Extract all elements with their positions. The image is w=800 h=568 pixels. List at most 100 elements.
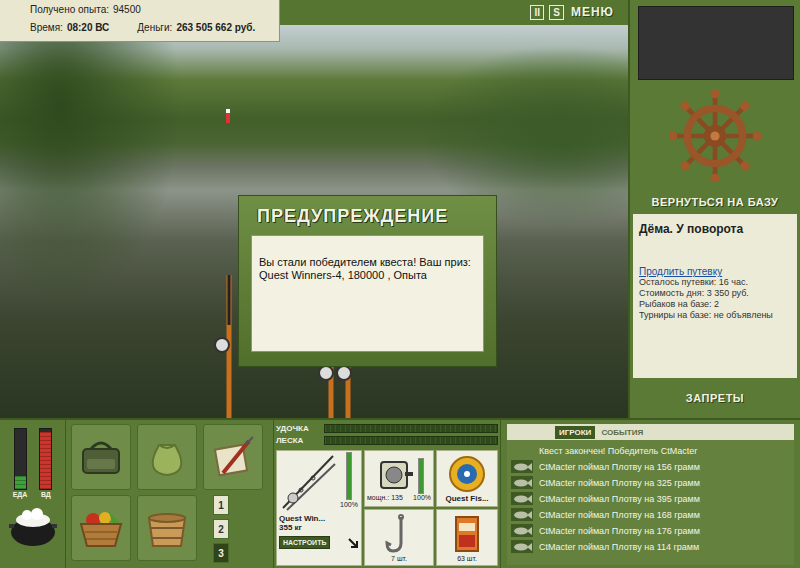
tension-label: УДОЧКА — [276, 424, 320, 433]
fish-box — [511, 524, 533, 537]
meter-label: ЕДА — [13, 491, 28, 498]
meter-color — [40, 432, 51, 489]
tackle-bag-tile[interactable] — [71, 424, 131, 490]
food-basket-tile[interactable] — [71, 495, 131, 561]
events-tab[interactable]: ИГРОКИ — [555, 426, 595, 439]
bait-icon — [447, 513, 487, 555]
toolbar-button[interactable]: S — [549, 5, 564, 20]
fish-box — [511, 540, 533, 553]
event-row: CtMacter поймал Плотву на 168 грамм — [511, 507, 790, 522]
tension-label: ЛЕСКА — [276, 436, 320, 445]
meter-fill — [15, 476, 26, 489]
extend-permit-link[interactable]: Продлить путевку — [639, 266, 791, 277]
event-text: CtMacter поймал Плотву на 325 грамм — [539, 478, 700, 488]
reel-reading: 100% — [413, 494, 431, 501]
reel-info: мощн.: 135 100% — [367, 494, 431, 501]
time-value: 08:20 ВС — [67, 22, 109, 33]
sack-tile[interactable] — [137, 424, 197, 490]
bucket-tile[interactable] — [137, 495, 197, 561]
bait-count: 63 шт. — [457, 555, 477, 562]
scene-area: II S МЕНЮ Получено опыта:94500Время:08:20 В… — [0, 0, 628, 418]
status-meter: ЕДА — [13, 428, 28, 498]
meter-color — [15, 476, 26, 489]
time-money-row: Время:08:20 ВСДеньги:263 505 662 руб. — [30, 22, 273, 33]
fish-icon — [512, 526, 532, 536]
slot-button[interactable]: 1 — [213, 495, 229, 515]
status-meter: ВД — [39, 428, 52, 498]
location-info: Осталось путевки: 16 час. — [639, 277, 791, 288]
experience-label: Получено опыта: — [30, 4, 109, 15]
side-panel: ВЕРНУТЬСЯ НА БАЗУ Дёма. У поворота Продлит… — [628, 0, 800, 418]
rod-slot[interactable]: 100% Quest Win...355 кг НАСТРОИТЬ — [276, 450, 362, 566]
ship-wheel-icon[interactable] — [669, 90, 761, 182]
reel-icon — [375, 456, 415, 494]
tension-bar: ЛЕСКА — [276, 436, 498, 447]
journal-icon — [209, 433, 257, 481]
slot-button[interactable]: 3 — [213, 543, 229, 563]
meters: ЕДА ВД — [13, 428, 53, 498]
location-name: Дёма. У поворота — [639, 222, 791, 236]
event-text: CtMacter поймал Плотву на 168 грамм — [539, 510, 700, 520]
event-row: CtMacter поймал Плотву на 176 грамм — [511, 523, 790, 538]
event-text: CtMacter поймал Плотву на 176 грамм — [539, 526, 700, 536]
rod-icon — [279, 452, 337, 512]
event-row: CtMacter поймал Плотву на 325 грамм — [511, 475, 790, 490]
tackle-bag-icon — [77, 433, 125, 481]
fish-icon — [512, 542, 532, 552]
stats-panel: Получено опыта:94500Время:08:20 ВСДеньги… — [0, 0, 280, 42]
event-text: Квест закончен! Победитель CtMacter — [539, 446, 697, 456]
dialog-message: Вы стали победителем квеста! Ваш приз: Q… — [251, 235, 484, 352]
events-tab[interactable]: СОБЫТИЯ — [597, 426, 647, 439]
inventory-row — [71, 424, 268, 490]
inventory-section: 1 2 3 — [66, 420, 274, 568]
bottom-panel: ЕДА ВД 1 2 3 УДОЧКА ЛЕСКА 100% Quest Win...355 к… — [0, 418, 800, 568]
rod-strength: 355 кг — [279, 523, 359, 532]
event-text: CtMacter поймал Плотву на 156 грамм — [539, 462, 700, 472]
fish-icon — [512, 462, 532, 472]
location-box: Дёма. У поворота Продлить путевкуОсталось… — [633, 214, 797, 378]
top-area: II S МЕНЮ Получено опыта:94500Время:08:20 В… — [0, 0, 800, 418]
hook-icon — [379, 513, 419, 555]
slot-button[interactable]: 2 — [213, 519, 229, 539]
event-text: CtMacter поймал Плотву на 114 грамм — [539, 542, 699, 552]
location-info: Турниры на базе: не объявлены — [639, 310, 791, 321]
money-label: Деньги: — [137, 22, 172, 33]
event-row: CtMacter поймал Плотву на 395 грамм — [511, 491, 790, 506]
fish-icon — [512, 478, 532, 488]
return-to-base-button[interactable]: ВЕРНУТЬСЯ НА БАЗУ — [630, 192, 800, 214]
toolbar-button[interactable]: II — [530, 5, 544, 20]
hook-count: 7 шт. — [391, 555, 407, 562]
fish-box — [511, 492, 533, 505]
status-section: ЕДА ВД — [0, 420, 66, 568]
bait-slot[interactable]: 63 шт. — [436, 509, 498, 566]
game-screen: II S МЕНЮ Получено опыта:94500Время:08:20 В… — [0, 0, 800, 568]
reel-slot[interactable]: мощн.: 135 100% — [364, 450, 434, 507]
line-slot[interactable]: Quest Fis... — [436, 450, 498, 507]
fish-icon — [512, 494, 532, 504]
events-list: Квест закончен! Победитель CtMacter CtMac… — [507, 440, 794, 565]
menu-button[interactable]: МЕНЮ — [569, 6, 616, 20]
tension-track — [324, 436, 498, 445]
meter-label: ВД — [41, 491, 51, 498]
hook-slot[interactable]: 7 шт. — [364, 509, 434, 566]
arrow-icon[interactable] — [347, 537, 359, 549]
pot-icon[interactable] — [7, 502, 59, 548]
sack-icon — [143, 433, 191, 481]
wheel-area — [630, 80, 800, 192]
meter-track — [14, 428, 27, 490]
rod-actions: НАСТРОИТЬ — [279, 536, 359, 549]
rod-name: Quest Win... — [279, 514, 359, 523]
reel-power: мощн.: 135 — [367, 494, 403, 501]
bans-button[interactable]: ЗАПРЕТЫ — [630, 378, 800, 418]
event-text: CtMacter поймал Плотву на 395 грамм — [539, 494, 700, 504]
rod-meter: 100% — [340, 452, 358, 508]
events-tabs: ИГРОКИСОБЫТИЯ — [507, 424, 794, 440]
configure-button[interactable]: НАСТРОИТЬ — [279, 536, 330, 549]
reel-top — [375, 456, 424, 494]
inventory-row: 1 2 3 — [71, 495, 268, 563]
dialog-title: ПРЕДУПРЕЖДЕНИЕ — [239, 196, 496, 231]
journal-tile[interactable] — [203, 424, 263, 490]
rod-reading: 100% — [340, 501, 358, 508]
info-screen — [638, 6, 794, 80]
rod-meter-track — [346, 452, 352, 500]
